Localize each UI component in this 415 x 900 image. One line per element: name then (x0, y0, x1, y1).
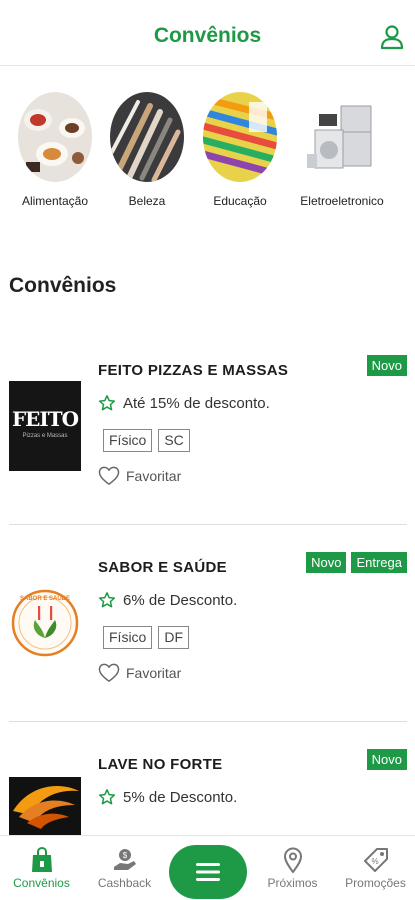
discount-info: 5% de Desconto. (98, 788, 237, 806)
nav-label: Próximos (267, 876, 318, 890)
category-label: Educação (213, 194, 267, 208)
star-icon (98, 789, 116, 805)
badge-list: Novo (366, 355, 407, 376)
tag-state: DF (158, 626, 190, 649)
category-educacao[interactable]: Educação (192, 92, 288, 208)
school-supplies-image (203, 92, 277, 182)
discount-text: 5% de Desconto. (123, 788, 238, 806)
category-label: Eletroeletronico (300, 194, 384, 208)
tag-list: Físico DF (103, 626, 190, 649)
nav-label: Cashback (97, 876, 152, 890)
badge-list: Novo (366, 749, 407, 770)
discount-text: 6% de Desconto. (123, 591, 238, 609)
favorite-button[interactable]: Favoritar (98, 466, 181, 486)
nav-label: Promoções (345, 876, 406, 890)
makeup-brushes-image (110, 92, 184, 182)
badge-new: Novo (306, 552, 347, 573)
nav-proximos[interactable]: Próximos (251, 844, 334, 890)
favorite-button[interactable]: Favoritar (98, 663, 181, 683)
badge-new: Novo (366, 749, 407, 770)
svg-text:%: % (371, 857, 378, 866)
partner-name: LAVE NO FORTE (98, 756, 223, 773)
logo-text: FEITO (11, 407, 79, 431)
nav-promocoes[interactable]: % Promoções (334, 844, 415, 890)
partner-logo (9, 777, 81, 835)
tag-list: Físico SC (103, 429, 190, 452)
partner-logo: FEITO Pizzas e Massas (9, 381, 81, 471)
category-list: Alimentação Beleza Educação Eletroeletro… (0, 92, 415, 222)
menu-icon (196, 863, 220, 881)
star-icon (98, 395, 116, 411)
nav-convenios[interactable]: Convênios (0, 844, 83, 890)
partner-name: FEITO PIZZAS E MASSAS (98, 362, 289, 379)
price-tag-icon: % (363, 848, 388, 872)
page-title: Convênios (153, 24, 262, 47)
badge-delivery: Entrega (351, 552, 407, 573)
favorite-label: Favoritar (126, 665, 182, 681)
category-alimentacao[interactable]: Alimentação (7, 92, 103, 208)
appliances-image (305, 92, 379, 182)
partner-card[interactable]: SABOR E SAÚDE SABOR E SAÚDE Novo Entrega… (9, 525, 407, 722)
discount-text: Até 15% de desconto. (123, 394, 270, 412)
discount-info: 6% de Desconto. (98, 591, 237, 609)
heart-icon (98, 663, 120, 682)
category-label: Alimentação (21, 194, 89, 208)
nav-cashback[interactable]: $ Cashback (83, 844, 166, 890)
category-beleza[interactable]: Beleza (99, 92, 195, 208)
tag-type: Físico (103, 429, 153, 452)
sabor-e-saude-logo: SABOR E SAÚDE (11, 589, 79, 657)
menu-button[interactable] (169, 845, 247, 899)
partner-logo: SABOR E SAÚDE (9, 578, 81, 668)
discount-info: Até 15% de desconto. (98, 394, 270, 412)
badge-new: Novo (366, 355, 407, 376)
food-image (18, 92, 92, 182)
user-profile-icon[interactable] (379, 24, 405, 50)
category-label: Beleza (128, 194, 166, 208)
cashback-hand-icon: $ (113, 849, 136, 870)
star-icon (98, 592, 116, 608)
svg-text:SABOR E SAÚDE: SABOR E SAÚDE (20, 595, 70, 602)
tag-type: Físico (103, 626, 153, 649)
bottom-navigation: Convênios $ Cashback Próximos % Promoçõe… (0, 835, 415, 900)
partner-name: SABOR E SAÚDE (98, 559, 227, 576)
partner-card[interactable]: LAVE NO FORTE Novo 5% de Desconto. (9, 722, 407, 835)
tag-state: SC (158, 429, 190, 452)
nav-label: Convênios (13, 876, 70, 890)
heart-icon (98, 466, 120, 485)
section-title: Convênios (9, 274, 117, 297)
svg-text:$: $ (122, 851, 127, 860)
badge-list: Novo Entrega (306, 552, 407, 573)
category-eletroeletronico[interactable]: Eletroeletronico (294, 92, 390, 208)
shopping-bag-icon (31, 847, 52, 872)
app-header: Convênios (0, 0, 415, 66)
lave-no-forte-logo (9, 777, 81, 835)
favorite-label: Favoritar (126, 468, 182, 484)
location-pin-icon (283, 847, 302, 873)
logo-subtext: Pizzas e Massas (22, 433, 68, 439)
partner-card[interactable]: FEITO Pizzas e Massas FEITO PIZZAS E MAS… (9, 328, 407, 525)
